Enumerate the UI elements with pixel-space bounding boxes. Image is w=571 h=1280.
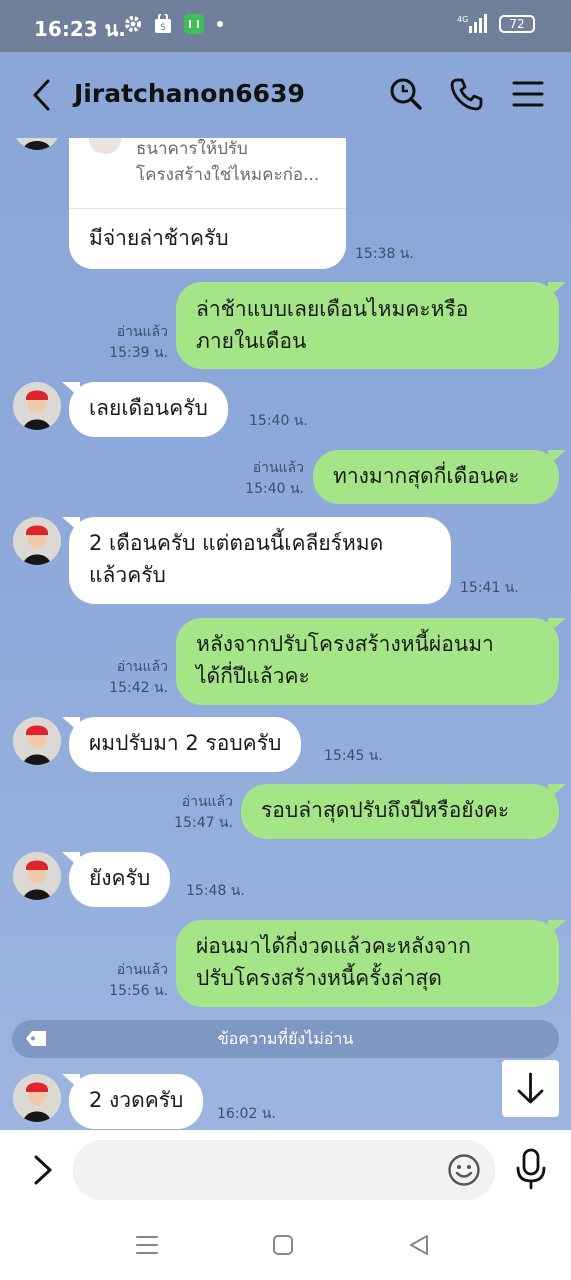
chat-header: Jiratchanon6639: [0, 52, 571, 138]
avatar[interactable]: [13, 138, 61, 150]
dot-icon: [217, 21, 223, 27]
message-time: 15:48 น.: [186, 883, 245, 899]
message-line: ผมปรับมา 2 รอบครับ: [89, 731, 282, 755]
status-notification-icons: S: [124, 14, 224, 34]
message-line: ปรับโครงสร้างหนี้ครั้งล่าสุด: [196, 966, 442, 990]
reply-thumbnail: [89, 138, 121, 154]
message-line: ล่าช้าแบบเลยเดือนไหมคะหรือ: [196, 297, 469, 321]
system-navigation-bar: [0, 1210, 571, 1280]
quote-line: ธนาคารให้ปรับ: [136, 139, 248, 159]
received-message-bubble[interactable]: 2 เดือนครับ แต่ตอนนี้เคลียร์หมด แล้วครับ: [69, 517, 451, 604]
unread-messages-divider: ข้อความที่ยังไม่อ่าน: [12, 1020, 559, 1058]
message-time: 15:40 น.: [249, 413, 308, 429]
message-line: รอบล่าสุดปรับถึงปีหรือยังคะ: [261, 798, 510, 822]
message-time: 15:45 น.: [324, 748, 383, 764]
avatar[interactable]: [13, 382, 61, 430]
message-line: 2 เดือนครับ แต่ตอนนี้เคลียร์หมด: [89, 531, 384, 555]
chevron-right-icon[interactable]: [32, 1154, 54, 1186]
search-icon[interactable]: [388, 76, 424, 112]
shopping-bag-icon: S: [155, 14, 171, 33]
message-time: 15:39 น.: [109, 345, 168, 361]
avatar[interactable]: [13, 517, 61, 565]
sent-message-bubble[interactable]: ล่าช้าแบบเลยเดือนไหมคะหรือ ภายในเดือน: [176, 282, 559, 369]
message-line: ผ่อนมาได้กี่งวดแล้วคะหลังจาก: [196, 934, 471, 958]
read-receipt: อ่านแล้ว: [116, 962, 168, 978]
message-meta: อ่านแล้ว 15:40 น.: [234, 458, 304, 500]
message-line: แล้วครับ: [89, 563, 166, 587]
sent-message-bubble[interactable]: รอบล่าสุดปรับถึงปีหรือยังคะ: [241, 784, 559, 839]
app-notification-icon: [184, 14, 204, 34]
tag-icon: [26, 1031, 46, 1046]
sent-message-bubble[interactable]: ผ่อนมาได้กี่งวดแล้วคะหลังจาก ปรับโครงสร้…: [176, 920, 559, 1007]
network-type: 4G: [457, 15, 468, 24]
received-message-bubble[interactable]: เลยเดือนครับ: [69, 382, 228, 437]
chat-title: Jiratchanon6639: [74, 79, 305, 108]
recent-apps-icon[interactable]: [134, 1232, 160, 1258]
message-time: 15:56 น.: [109, 983, 168, 999]
avatar[interactable]: [13, 717, 61, 765]
read-receipt: อ่านแล้ว: [116, 659, 168, 675]
gear-icon: [125, 16, 141, 32]
menu-icon[interactable]: [510, 76, 546, 112]
message-time: 16:02 น.: [217, 1106, 276, 1122]
message-text: มีจ่ายล่าช้าครับ: [89, 226, 229, 250]
signal-icon: 4G: [457, 14, 487, 33]
scroll-to-bottom-button[interactable]: [502, 1060, 559, 1117]
message-line: ได้กี่ปีแล้วคะ: [196, 664, 310, 688]
message-input-bar: [0, 1130, 571, 1210]
message-line: เลยเดือนครับ: [89, 396, 208, 420]
message-time: 15:41 น.: [460, 580, 519, 596]
message-meta: อ่านแล้ว 15:42 น.: [98, 657, 168, 699]
received-message-bubble[interactable]: 2 งวดครับ: [69, 1074, 204, 1129]
sent-message-bubble[interactable]: ทางมากสุดกี่เดือนคะ: [313, 450, 559, 504]
received-message-bubble[interactable]: ผมปรับมา 2 รอบครับ: [69, 717, 302, 772]
phone-icon[interactable]: [449, 76, 485, 112]
message-time: 15:42 น.: [109, 680, 168, 696]
message-line: ทางมากสุดกี่เดือนคะ: [333, 464, 520, 488]
reply-quote: ธนาคารให้ปรับ โครงสร้างใช่ไหมคะก่อ...: [136, 138, 319, 188]
battery-icon: 72: [499, 15, 535, 33]
received-message-bubble[interactable]: ยังครับ: [69, 852, 171, 907]
status-time: 16:23 น.: [34, 17, 126, 41]
message-time: 15:40 น.: [245, 481, 304, 497]
divider: [69, 208, 346, 209]
message-line: ยังครับ: [89, 866, 151, 890]
emoji-icon[interactable]: [447, 1153, 481, 1187]
message-input[interactable]: [73, 1140, 495, 1200]
message-line: หลังจากปรับโครงสร้างหนี้ผ่อนมา: [196, 632, 494, 656]
svg-text:S: S: [160, 23, 166, 33]
home-icon[interactable]: [270, 1232, 296, 1258]
status-bar: 16:23 น. S 4G 72: [0, 0, 571, 52]
message-line: ภายในเดือน: [196, 329, 307, 353]
message-meta: อ่านแล้ว 15:39 น.: [98, 322, 168, 364]
arrow-down-icon: [517, 1072, 544, 1104]
unread-divider-label: ข้อความที่ยังไม่อ่าน: [217, 1029, 354, 1048]
microphone-icon[interactable]: [514, 1148, 548, 1190]
quote-line: โครงสร้างใช่ไหมคะก่อ...: [136, 165, 320, 185]
read-receipt: อ่านแล้ว: [252, 460, 304, 476]
chat-messages[interactable]: ธนาคารให้ปรับ โครงสร้างใช่ไหมคะก่อ... มี…: [0, 138, 571, 1130]
reply-message-bubble[interactable]: ธนาคารให้ปรับ โครงสร้างใช่ไหมคะก่อ... มี…: [69, 138, 346, 269]
avatar[interactable]: [13, 852, 61, 900]
read-receipt: อ่านแล้ว: [116, 324, 168, 340]
sent-message-bubble[interactable]: หลังจากปรับโครงสร้างหนี้ผ่อนมา ได้กี่ปีแ…: [176, 618, 559, 705]
read-receipt: อ่านแล้ว: [181, 794, 233, 810]
message-time: 15:38 น.: [355, 246, 414, 262]
back-icon[interactable]: [406, 1232, 432, 1258]
message-meta: อ่านแล้ว 15:47 น.: [163, 792, 233, 834]
back-arrow-icon[interactable]: [30, 78, 52, 112]
avatar[interactable]: [13, 1074, 61, 1122]
message-time: 15:47 น.: [174, 815, 233, 831]
message-meta: อ่านแล้ว 15:56 น.: [98, 960, 168, 1002]
message-line: 2 งวดครับ: [89, 1088, 184, 1112]
